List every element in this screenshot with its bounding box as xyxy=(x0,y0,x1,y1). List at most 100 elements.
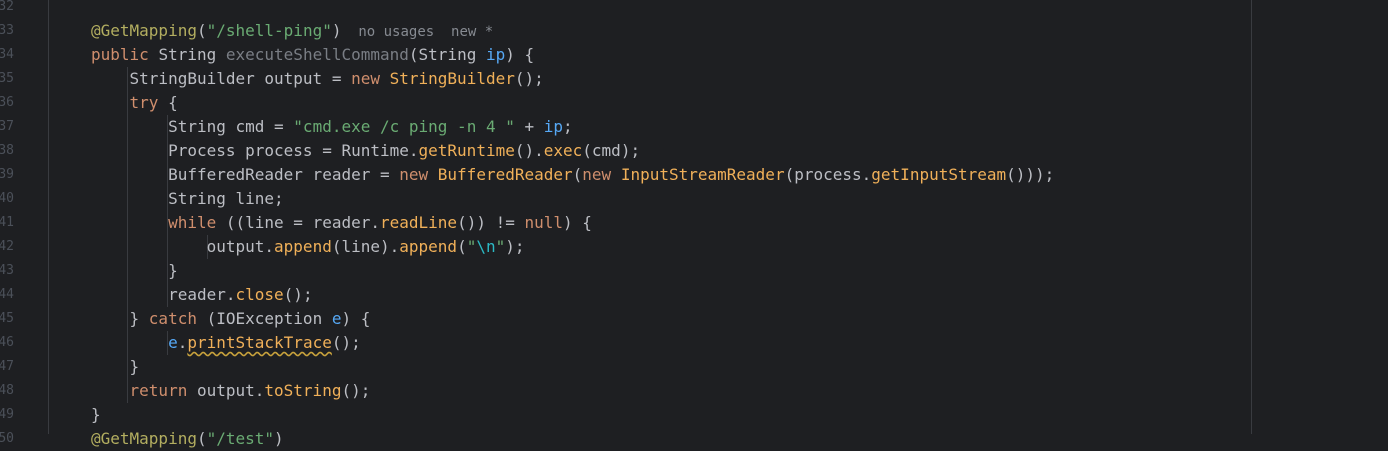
line-number-text: 35 xyxy=(0,71,14,86)
line-number-text: 34 xyxy=(0,47,14,62)
code-text: String cmd = "cmd.exe /c ping -n 4 " + i… xyxy=(91,115,573,139)
code-token: (cmd); xyxy=(582,141,641,160)
code-token: (); xyxy=(341,381,371,400)
code-token: while xyxy=(168,213,217,232)
code-token: \n xyxy=(476,237,496,256)
line-number: 33 xyxy=(0,19,14,43)
code-line[interactable]: 45 } catch (IOException e) { xyxy=(0,307,1388,331)
code-token: e xyxy=(168,333,178,352)
code-line[interactable]: 40 String line; xyxy=(0,187,1388,211)
line-number: 49 xyxy=(0,403,14,427)
code-token: new xyxy=(351,69,390,88)
line-number-text: 47 xyxy=(0,359,14,374)
code-text: try { xyxy=(91,91,178,115)
code-token: String line; xyxy=(91,189,284,208)
code-token: " xyxy=(495,237,506,256)
line-number-text: 50 xyxy=(0,431,14,446)
line-number-text: 49 xyxy=(0,407,14,422)
code-token: reader. xyxy=(91,285,236,304)
code-token: BufferedReader reader = xyxy=(91,165,400,184)
code-token: append xyxy=(399,237,458,256)
code-text: String line; xyxy=(91,187,284,211)
code-token: (String xyxy=(408,45,486,64)
code-text: reader.close(); xyxy=(91,283,313,307)
code-line[interactable]: 32 xyxy=(0,0,1388,19)
code-text: } catch (IOException e) { xyxy=(91,307,371,331)
code-token: "/test" xyxy=(206,429,275,448)
inlay-hint: no usages new * xyxy=(341,24,494,40)
line-number: 37 xyxy=(0,115,14,139)
code-line[interactable]: 49} xyxy=(0,403,1388,427)
line-number: 34 xyxy=(0,43,14,67)
line-number-text: 42 xyxy=(0,239,14,254)
code-token: new xyxy=(399,165,438,184)
code-token: } xyxy=(91,357,140,376)
code-text: while ((line = reader.readLine()) != nul… xyxy=(91,211,592,235)
code-line[interactable]: 50 @GetMapping("/test") xyxy=(0,427,1388,451)
line-number-text: 36 xyxy=(0,95,14,110)
code-token: return xyxy=(129,381,188,400)
code-token: ) { xyxy=(341,309,371,328)
code-line[interactable]: 47 } xyxy=(0,355,1388,379)
code-token: ( xyxy=(457,237,467,256)
line-number: 42 xyxy=(0,235,14,259)
code-text: StringBuilder output = new StringBuilder… xyxy=(91,67,544,91)
code-line[interactable]: 34 public String executeShellCommand(Stri… xyxy=(0,43,1388,67)
code-token: ; xyxy=(563,117,573,136)
line-number-text: 32 xyxy=(0,0,14,14)
code-token: ip xyxy=(543,117,564,136)
code-token: String xyxy=(158,45,226,64)
line-number-text: 46 xyxy=(0,335,14,350)
code-text: } xyxy=(91,403,101,427)
code-token: try xyxy=(129,93,159,112)
code-text: Process process = Runtime.getRuntime().e… xyxy=(91,139,640,163)
code-text: output.append(line).append("\n"); xyxy=(91,235,525,259)
code-token: @GetMapping xyxy=(91,429,197,448)
code-token: append xyxy=(274,237,332,256)
line-number: 38 xyxy=(0,139,14,163)
code-token: ); xyxy=(505,237,525,256)
code-token: String cmd = xyxy=(91,117,294,136)
code-token: printStackTrace xyxy=(187,333,332,352)
line-number: 35 xyxy=(0,67,14,91)
line-number: 50 xyxy=(0,427,14,451)
code-token: ) xyxy=(274,429,284,448)
code-editor[interactable]: 32 33 @GetMapping("/shell-ping") no usages… xyxy=(0,0,1388,448)
code-line[interactable]: 43 } xyxy=(0,259,1388,283)
code-token: ) { xyxy=(563,213,592,232)
code-token: ( xyxy=(572,165,583,184)
line-number: 41 xyxy=(0,211,14,235)
code-line[interactable]: 39 BufferedReader reader = new BufferedR… xyxy=(0,163,1388,187)
code-line[interactable]: 38 Process process = Runtime.getRuntime(… xyxy=(0,139,1388,163)
code-token: (); xyxy=(283,285,313,304)
code-line[interactable]: 35 StringBuilder output = new StringBuil… xyxy=(0,67,1388,91)
code-token: @GetMapping xyxy=(91,21,197,40)
code-token: (IOException xyxy=(196,309,332,328)
code-line[interactable]: 41 while ((line = reader.readLine()) != … xyxy=(0,211,1388,235)
code-line[interactable]: 44 reader.close(); xyxy=(0,283,1388,307)
code-token: ) { xyxy=(505,45,535,64)
code-token: executeShellCommand xyxy=(225,45,409,64)
code-token: getRuntime xyxy=(418,141,515,160)
line-number: 40 xyxy=(0,187,14,211)
code-text: @GetMapping("/shell-ping") no usages new… xyxy=(91,19,493,44)
code-token: BufferedReader xyxy=(437,165,573,184)
code-token: output. xyxy=(91,237,275,256)
code-line[interactable]: 48 return output.toString(); xyxy=(0,379,1388,403)
code-line[interactable]: 37 String cmd = "cmd.exe /c ping -n 4 " … xyxy=(0,115,1388,139)
line-number: 46 xyxy=(0,331,14,355)
code-text: BufferedReader reader = new BufferedRead… xyxy=(91,163,1054,187)
code-token: (); xyxy=(331,333,361,352)
code-line[interactable]: 36 try { xyxy=(0,91,1388,115)
code-line[interactable]: 42 output.append(line).append("\n"); xyxy=(0,235,1388,259)
code-text: public String executeShellCommand(String… xyxy=(91,43,534,67)
code-text: return output.toString(); xyxy=(91,379,371,403)
line-number: 32 xyxy=(0,0,14,19)
code-token: "cmd.exe /c ping -n 4 " xyxy=(293,117,515,136)
code-line[interactable]: 46 e.printStackTrace(); xyxy=(0,331,1388,355)
code-text: @GetMapping("/test") xyxy=(91,427,284,451)
code-token: ( xyxy=(196,21,207,40)
code-token: (). xyxy=(514,141,544,160)
code-line[interactable]: 33 @GetMapping("/shell-ping") no usages n… xyxy=(0,19,1388,43)
